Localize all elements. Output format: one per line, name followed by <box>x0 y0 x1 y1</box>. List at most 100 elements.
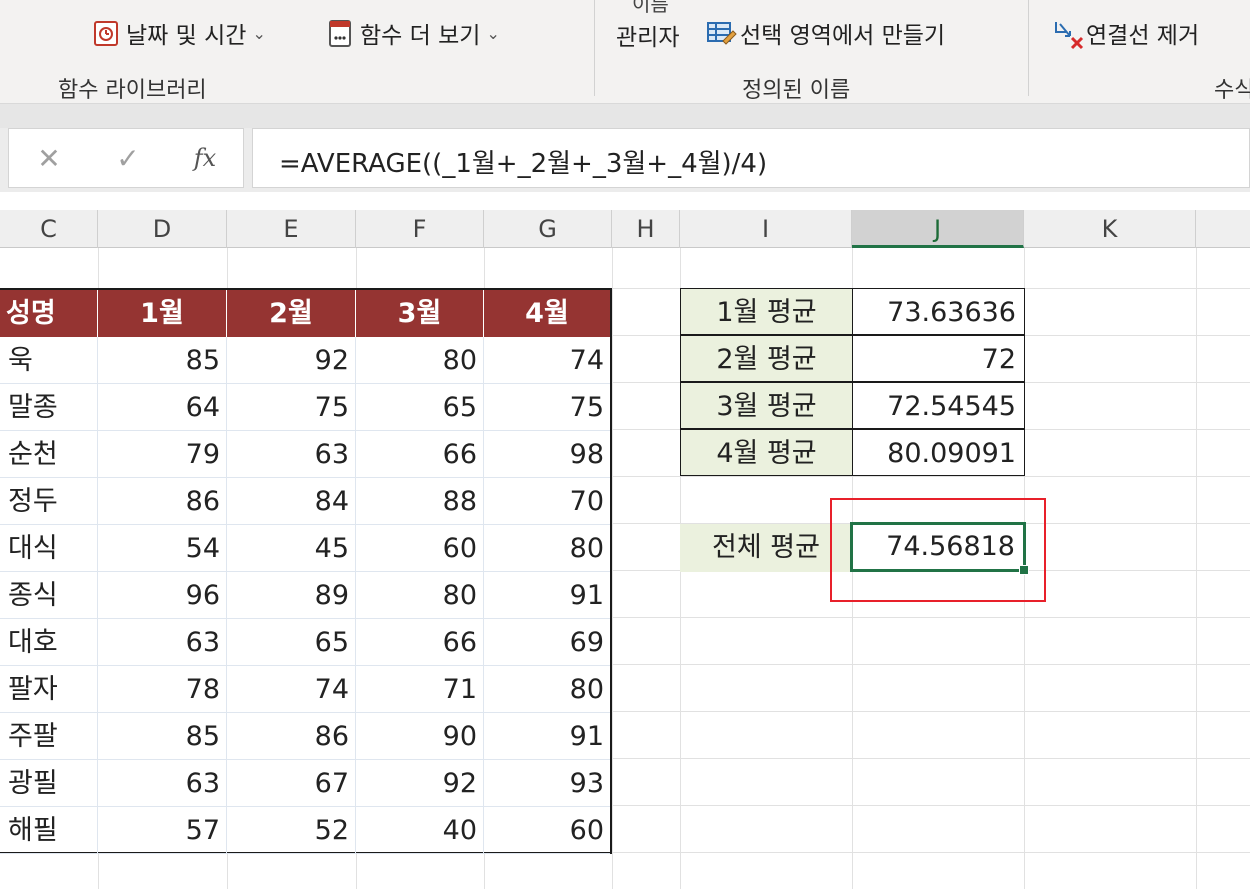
score-cell[interactable]: 67 <box>227 760 356 807</box>
score-cell[interactable]: 66 <box>356 619 484 666</box>
column-header-i[interactable]: I <box>680 210 852 248</box>
create-from-selection-button[interactable]: 선택 영역에서 만들기 <box>706 16 945 50</box>
average-value-cell[interactable]: 80.09091 <box>852 429 1025 476</box>
enter-icon[interactable]: ✓ <box>89 142 167 175</box>
table-header-cell[interactable]: 1월 <box>98 290 227 337</box>
column-header-g[interactable]: G <box>484 210 612 248</box>
score-cell[interactable]: 92 <box>356 760 484 807</box>
date-time-button[interactable]: 날짜 및 시간 ⌄ <box>92 16 266 50</box>
gridline <box>612 248 613 889</box>
table-header-cell[interactable]: 3월 <box>356 290 484 337</box>
column-header-j[interactable]: J <box>852 210 1024 248</box>
score-cell[interactable]: 75 <box>484 384 610 431</box>
total-average-label[interactable]: 전체 평균 <box>680 524 852 572</box>
score-cell[interactable]: 64 <box>98 384 227 431</box>
name-cell[interactable]: 대호 <box>0 619 98 666</box>
score-cell[interactable]: 74 <box>484 337 610 384</box>
score-cell[interactable]: 69 <box>484 619 610 666</box>
score-cell[interactable]: 85 <box>98 713 227 760</box>
average-label-cell[interactable]: 3월 평균 <box>680 382 853 429</box>
column-header-h[interactable]: H <box>612 210 680 248</box>
average-value-cell[interactable]: 72.54545 <box>852 382 1025 429</box>
cancel-icon[interactable]: ✕ <box>9 142 89 175</box>
formula-bar: ✕ ✓ fx =AVERAGE((_1월+_2월+_3월+_4월)/4) <box>0 128 1250 192</box>
score-cell[interactable]: 89 <box>227 572 356 619</box>
score-cell[interactable]: 80 <box>484 666 610 713</box>
averages-table: 1월 평균 73.63636 2월 평균 72 3월 평균 72.54545 4월 평균 80… <box>680 288 1025 478</box>
name-cell[interactable]: 팔자 <box>0 666 98 713</box>
name-cell[interactable]: 대식 <box>0 525 98 572</box>
gridline <box>1196 248 1197 889</box>
score-cell[interactable]: 74 <box>227 666 356 713</box>
score-cell[interactable]: 91 <box>484 572 610 619</box>
score-cell[interactable]: 63 <box>98 619 227 666</box>
column-header-d[interactable]: D <box>98 210 227 248</box>
chevron-down-icon: ⌄ <box>486 23 500 43</box>
name-cell[interactable]: 광필 <box>0 760 98 807</box>
column-header-k[interactable]: K <box>1024 210 1196 248</box>
score-cell[interactable]: 57 <box>98 807 227 854</box>
name-cell[interactable]: 종식 <box>0 572 98 619</box>
score-cell[interactable]: 60 <box>484 807 610 854</box>
remove-arrows-button[interactable]: 연결선 제거 <box>1052 16 1199 50</box>
average-label-cell[interactable]: 4월 평균 <box>680 429 853 476</box>
score-cell[interactable]: 88 <box>356 478 484 525</box>
score-cell[interactable]: 63 <box>98 760 227 807</box>
score-cell[interactable]: 65 <box>356 384 484 431</box>
average-label-cell[interactable]: 2월 평균 <box>680 335 853 382</box>
score-cell[interactable]: 96 <box>98 572 227 619</box>
score-cell[interactable]: 98 <box>484 431 610 478</box>
score-cell[interactable]: 93 <box>484 760 610 807</box>
name-cell[interactable]: 순천 <box>0 431 98 478</box>
score-cell[interactable]: 86 <box>98 478 227 525</box>
score-cell[interactable]: 86 <box>227 713 356 760</box>
score-cell[interactable]: 84 <box>227 478 356 525</box>
table-header-cell[interactable]: 4월 <box>484 290 610 337</box>
score-table: 성명 1월 2월 3월 4월 욱 85 92 80 74 말종 64 75 65 75 순천 79 63… <box>0 288 612 854</box>
name-cell[interactable]: 정두 <box>0 478 98 525</box>
score-cell[interactable]: 45 <box>227 525 356 572</box>
score-cell[interactable]: 60 <box>356 525 484 572</box>
column-header-l[interactable] <box>1196 210 1250 248</box>
insert-function-icon[interactable]: fx <box>167 144 243 172</box>
average-value-cell[interactable]: 73.63636 <box>852 288 1025 335</box>
score-cell[interactable]: 91 <box>484 713 610 760</box>
worksheet-grid[interactable]: 성명 1월 2월 3월 4월 욱 85 92 80 74 말종 64 75 65 75 순천 79 63… <box>0 248 1250 889</box>
name-manager-button[interactable]: 관리자 <box>616 18 679 52</box>
more-functions-button[interactable]: 함수 더 보기 ⌄ <box>326 16 500 50</box>
score-cell[interactable]: 54 <box>98 525 227 572</box>
score-cell[interactable]: 80 <box>356 337 484 384</box>
column-header-f[interactable]: F <box>356 210 484 248</box>
table-row: 주팔 85 86 90 91 <box>0 713 612 760</box>
average-value-cell[interactable]: 72 <box>852 335 1025 382</box>
table-row: 대식 54 45 60 80 <box>0 525 612 572</box>
score-cell[interactable]: 65 <box>227 619 356 666</box>
score-cell[interactable]: 71 <box>356 666 484 713</box>
score-cell[interactable]: 90 <box>356 713 484 760</box>
name-cell[interactable]: 말종 <box>0 384 98 431</box>
score-cell[interactable]: 52 <box>227 807 356 854</box>
formula-input[interactable]: =AVERAGE((_1월+_2월+_3월+_4월)/4) <box>252 128 1250 188</box>
score-cell[interactable]: 92 <box>227 337 356 384</box>
score-cell[interactable]: 40 <box>356 807 484 854</box>
chevron-down-icon: ⌄ <box>252 23 266 43</box>
score-cell[interactable]: 78 <box>98 666 227 713</box>
score-cell[interactable]: 75 <box>227 384 356 431</box>
score-cell[interactable]: 66 <box>356 431 484 478</box>
score-cell[interactable]: 63 <box>227 431 356 478</box>
name-cell[interactable]: 욱 <box>0 337 98 384</box>
column-header-e[interactable]: E <box>227 210 356 248</box>
score-cell[interactable]: 70 <box>484 478 610 525</box>
name-manager-label: 관리자 <box>616 25 680 51</box>
score-cell[interactable]: 79 <box>98 431 227 478</box>
score-cell[interactable]: 80 <box>484 525 610 572</box>
column-header-c[interactable]: C <box>0 210 98 248</box>
name-cell[interactable]: 주팔 <box>0 713 98 760</box>
score-cell[interactable]: 80 <box>356 572 484 619</box>
average-label-cell[interactable]: 1월 평균 <box>680 288 853 335</box>
table-header-cell[interactable]: 2월 <box>227 290 356 337</box>
formula-bar-gap <box>0 192 1250 210</box>
score-cell[interactable]: 85 <box>98 337 227 384</box>
name-cell[interactable]: 해필 <box>0 807 98 854</box>
table-header-cell[interactable]: 성명 <box>0 290 98 337</box>
